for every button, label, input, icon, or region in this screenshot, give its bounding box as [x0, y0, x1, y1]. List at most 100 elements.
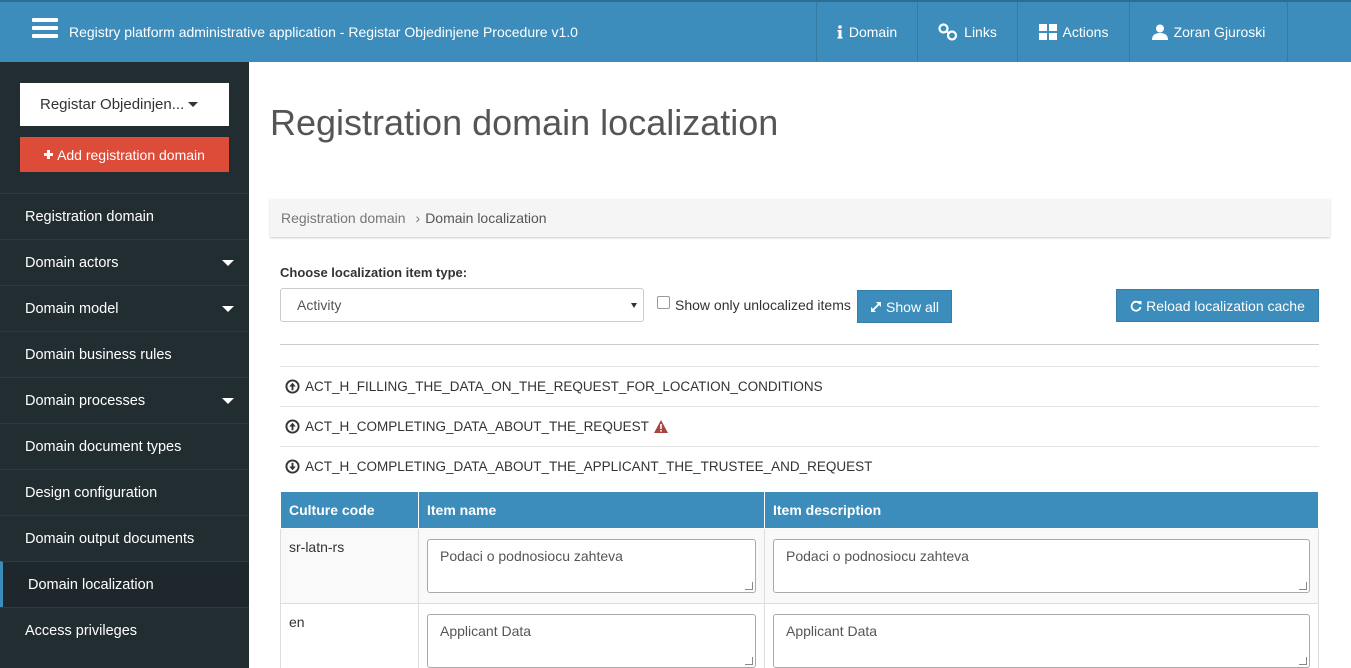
chevron-down-icon: [631, 303, 637, 308]
nav-actions-label: Actions: [1062, 24, 1109, 40]
activity-code: ACT_H_COMPLETING_DATA_ABOUT_THE_APPLICAN…: [305, 459, 873, 474]
sidebar-item-domain-actors[interactable]: Domain actors: [0, 239, 249, 285]
item-description-textarea[interactable]: Podaci o podnosiocu zahteva: [773, 539, 1310, 593]
sidebar-item-label: Domain actors: [25, 254, 119, 271]
sidebar-item-label: Access privileges: [25, 622, 138, 639]
activity-row[interactable]: ACT_H_COMPLETING_DATA_ABOUT_THE_REQUEST: [280, 406, 1319, 446]
sidebar-item-label: Domain processes: [25, 392, 146, 409]
sidebar-item-domain-document-types[interactable]: Domain document types: [0, 423, 249, 469]
show-unlocalized-label: Show only unlocalized items: [675, 297, 851, 313]
show-all-button[interactable]: Show all: [857, 290, 952, 323]
breadcrumb-parent-link[interactable]: Registration domain: [281, 210, 406, 226]
nav-actions[interactable]: Actions: [1017, 2, 1129, 62]
item-type-select-value: Activity: [297, 297, 342, 313]
sidebar-item-label: Domain business rules: [25, 346, 172, 363]
info-icon: [837, 25, 843, 39]
reload-localization-cache-label: Reload localization cache: [1146, 297, 1305, 314]
item-name-cell: Applicant Data: [418, 603, 765, 668]
add-registration-domain-button[interactable]: Add registration domain: [20, 137, 229, 172]
chevron-down-icon: [222, 306, 234, 312]
breadcrumb: Registration domain › Domain localizatio…: [270, 199, 1330, 237]
page-title: Registration domain localization: [270, 102, 779, 143]
item-description-value: Podaci o podnosiocu zahteva: [786, 548, 969, 564]
culture-code-cell: en: [280, 603, 419, 668]
sidebar-item-domain-output-documents[interactable]: Domain output documents: [0, 515, 249, 561]
activity-code: ACT_H_COMPLETING_DATA_ABOUT_THE_REQUEST: [305, 419, 649, 434]
plus-icon: [44, 150, 54, 159]
sidebar-item-label: Registration domain: [25, 208, 154, 225]
sidebar-menu: Registration domain Domain actors Domain…: [0, 193, 249, 653]
culture-code-cell: sr-latn-rs: [280, 528, 419, 604]
expand-circle-down-icon: [285, 459, 300, 474]
resize-grip-icon[interactable]: [1299, 582, 1307, 590]
nav-links[interactable]: Links: [917, 2, 1017, 62]
resize-grip-icon[interactable]: [1299, 657, 1307, 665]
reload-localization-cache-button[interactable]: Reload localization cache: [1116, 289, 1319, 322]
nav-domain[interactable]: Domain: [816, 2, 917, 62]
nav-user-label: Zoran Gjuroski: [1173, 24, 1266, 40]
collapse-circle-up-icon: [285, 419, 300, 434]
sidebar-item-label: Domain output documents: [25, 530, 195, 547]
sidebar-item-label: Design configuration: [25, 484, 158, 501]
chevron-down-icon: [188, 102, 199, 107]
sidebar-item-design-configuration[interactable]: Design configuration: [0, 469, 249, 515]
collapse-circle-up-icon: [285, 379, 300, 394]
item-description-cell: Applicant Data: [764, 603, 1319, 668]
item-description-textarea[interactable]: Applicant Data: [773, 614, 1310, 668]
item-name-value: Applicant Data: [440, 623, 532, 639]
column-header-item-name: Item name: [418, 491, 765, 529]
refresh-icon: [1130, 300, 1142, 312]
sidebar-item-domain-model[interactable]: Domain model: [0, 285, 249, 331]
table-row: en Applicant Data Applicant Data: [280, 603, 1319, 668]
activity-row[interactable]: ACT_H_COMPLETING_DATA_ABOUT_THE_APPLICAN…: [280, 446, 1319, 486]
link-icon: [938, 23, 958, 41]
resize-grip-icon[interactable]: [745, 582, 753, 590]
activity-row[interactable]: ACT_H_FILLING_THE_DATA_ON_THE_REQUEST_FO…: [280, 366, 1319, 406]
item-name-value: Podaci o podnosiocu zahteva: [440, 548, 623, 564]
sidebar-item-label: Domain model: [25, 300, 119, 317]
item-type-select[interactable]: Activity: [280, 288, 644, 322]
activity-code: ACT_H_FILLING_THE_DATA_ON_THE_REQUEST_FO…: [305, 379, 823, 394]
nav-links-label: Links: [964, 24, 997, 40]
sidebar-item-label: Domain document types: [25, 438, 182, 455]
resize-grip-icon[interactable]: [745, 657, 753, 665]
expand-arrows-icon: [871, 301, 882, 312]
item-name-textarea[interactable]: Podaci o podnosiocu zahteva: [427, 539, 756, 593]
grid-icon: [1038, 24, 1057, 40]
chevron-down-icon: [222, 398, 234, 404]
user-icon: [1151, 24, 1168, 40]
column-header-item-description: Item description: [764, 491, 1319, 529]
localization-table: Culture code Item name Item description …: [280, 491, 1319, 668]
sidebar-item-access-privileges[interactable]: Access privileges: [0, 607, 249, 653]
warning-icon: [653, 420, 668, 433]
table-header-row: Culture code Item name Item description: [280, 491, 1319, 529]
show-all-label: Show all: [886, 298, 939, 315]
chevron-down-icon: [222, 260, 234, 266]
sidebar-item-label: Domain localization: [28, 576, 154, 593]
hamburger-menu-icon[interactable]: [32, 18, 58, 38]
add-registration-domain-label: Add registration domain: [57, 146, 205, 163]
domain-select[interactable]: Registar Objedinjen...: [20, 83, 229, 126]
item-description-cell: Podaci o podnosiocu zahteva: [764, 528, 1319, 604]
breadcrumb-separator-icon: ›: [415, 210, 421, 226]
sidebar-item-domain-processes[interactable]: Domain processes: [0, 377, 249, 423]
app-title: Registry platform administrative applica…: [69, 24, 578, 40]
top-navbar: Registry platform administrative applica…: [0, 0, 1351, 62]
item-description-value: Applicant Data: [786, 623, 878, 639]
choose-item-type-label: Choose localization item type:: [280, 265, 468, 280]
item-name-cell: Podaci o podnosiocu zahteva: [418, 528, 765, 604]
domain-select-value: Registar Objedinjen...: [40, 96, 185, 113]
show-unlocalized-checkbox[interactable]: [657, 296, 670, 309]
top-nav: Domain Links Actions Zoran Gjuroski: [816, 2, 1288, 62]
sidebar-item-domain-business-rules[interactable]: Domain business rules: [0, 331, 249, 377]
table-row: sr-latn-rs Podaci o podnosiocu zahteva P…: [280, 528, 1319, 604]
item-name-textarea[interactable]: Applicant Data: [427, 614, 756, 668]
nav-user[interactable]: Zoran Gjuroski: [1129, 2, 1288, 62]
sidebar: Registar Objedinjen... Add registration …: [0, 62, 249, 668]
column-header-culture-code: Culture code: [280, 491, 419, 529]
divider: [280, 344, 1319, 345]
breadcrumb-current: Domain localization: [425, 210, 547, 226]
sidebar-item-domain-localization[interactable]: Domain localization: [0, 561, 249, 607]
nav-domain-label: Domain: [848, 24, 898, 40]
sidebar-item-registration-domain[interactable]: Registration domain: [0, 193, 249, 239]
